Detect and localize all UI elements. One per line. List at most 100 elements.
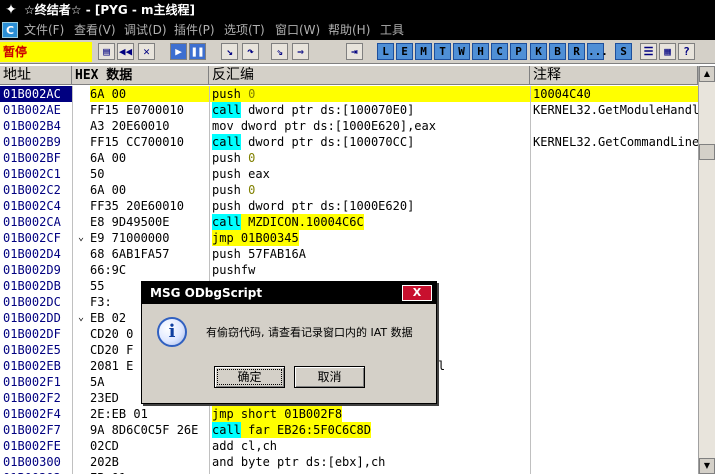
help-icon[interactable]: ? (678, 43, 695, 60)
ok-button[interactable]: 确定 (214, 366, 285, 388)
column-header-address[interactable]: 地址 (0, 66, 72, 85)
row-comment (530, 118, 698, 134)
column-header-hex[interactable]: HEX 数据 (72, 66, 209, 85)
window-button-more[interactable]: ... (587, 43, 608, 60)
row-comment (530, 454, 698, 470)
disasm-row[interactable]: 01B002AE FF15 E0700010 call dword ptr ds:[… (0, 102, 698, 118)
window-button-r[interactable]: R (568, 43, 585, 60)
disasm-row[interactable]: 01B002D4 68 6AB1FA57 push 57FAB16A (0, 246, 698, 262)
window-button-l[interactable]: L (377, 43, 394, 60)
vertical-scrollbar[interactable]: ▲ ▼ (698, 66, 715, 474)
disasm-segment: MZDICON.10004C6C (240, 214, 364, 230)
step-into-icon[interactable]: ↘ (221, 43, 238, 60)
dialog-title: MSG ODbgScript (142, 282, 436, 304)
system-menu-button[interactable]: C (2, 22, 18, 38)
row-disasm: call far EB26:5F0C6C8D (209, 422, 530, 438)
disasm-row[interactable]: 01B002B9 FF15 CC700010 call dword ptr ds:[… (0, 134, 698, 150)
disasm-segment: push eax (212, 167, 270, 181)
disasm-row[interactable]: 01B00300 202B and byte ptr ds:[ebx],ch (0, 454, 698, 470)
title-bar: ✦ ☆终结者☆ - [PYG - m主线程] (0, 0, 715, 20)
execute-till-return-icon[interactable]: ⇥ (346, 43, 363, 60)
row-comment (530, 246, 698, 262)
disasm-row[interactable]: 01B002D9 66:9C pushfw (0, 262, 698, 278)
row-comment (530, 166, 698, 182)
row-address: 01B002D4 (3, 247, 61, 261)
row-address: 01B002C4 (3, 199, 61, 213)
column-header-comment[interactable]: 注释 (530, 66, 698, 85)
run-icon[interactable]: ▶ (170, 43, 187, 60)
close-icon[interactable]: ✕ (138, 43, 155, 60)
row-comment (530, 470, 698, 474)
window-title: ☆终结者☆ - [PYG - m主线程] (24, 3, 195, 17)
trace-over-icon[interactable]: ⇒ (292, 43, 309, 60)
disasm-segment: and byte ptr ds:[ebx],ch (212, 455, 386, 469)
window-button-t[interactable]: T (434, 43, 451, 60)
window-button-k[interactable]: K (530, 43, 547, 60)
jump-arrow-icon (72, 390, 90, 406)
row-comment (530, 230, 698, 246)
scroll-thumb[interactable] (699, 144, 715, 160)
disasm-segment: push 57FAB16A (212, 247, 306, 261)
disasm-segment: call (212, 214, 241, 230)
window-button-c[interactable]: C (491, 43, 508, 60)
row-address: 01B002F1 (3, 375, 61, 389)
window-button-m[interactable]: M (415, 43, 432, 60)
disasm-row[interactable]: 01B002F4 2E:EB 01 jmp short 01B002F8 (0, 406, 698, 422)
row-disasm: push 0 (209, 86, 530, 102)
menu-window[interactable]: 窗口(W) (275, 20, 320, 40)
row-comment: KERNEL32.GetCommandLineA (533, 135, 698, 149)
app-star-icon[interactable]: ✦ (3, 2, 19, 18)
scroll-down-icon[interactable]: ▼ (699, 458, 715, 474)
row-address: 01B002DD (3, 311, 61, 325)
trace-into-icon[interactable]: ⇘ (271, 43, 288, 60)
window-button-s[interactable]: S (615, 43, 632, 60)
pause-icon[interactable]: ❚❚ (189, 43, 206, 60)
menu-plugins[interactable]: 插件(P) (174, 20, 215, 40)
row-address: 01B002CF (3, 231, 61, 245)
disasm-row[interactable]: 01B002AC 6A 00 push 0 10004C40 (0, 86, 698, 102)
row-disasm: and byte ptr ds:[ebx],ch (209, 454, 530, 470)
cancel-button[interactable]: 取消 (294, 366, 365, 388)
list-icon[interactable]: ☰ (640, 43, 657, 60)
disasm-row[interactable]: 01B002C1 50 push eax (0, 166, 698, 182)
menu-debug[interactable]: 调试(D) (124, 20, 167, 40)
menu-file[interactable]: 文件(F) (24, 20, 64, 40)
info-icon: i (157, 317, 187, 347)
menu-help[interactable]: 帮助(H) (328, 20, 370, 40)
debug-status: 暂停 (0, 42, 92, 62)
row-comment (530, 358, 698, 374)
disasm-row[interactable]: 01B002C2 6A 00 push 0 (0, 182, 698, 198)
window-button-p[interactable]: P (510, 43, 527, 60)
open-icon[interactable]: ▤ (98, 43, 115, 60)
menu-view[interactable]: 查看(V) (74, 20, 116, 40)
scroll-up-icon[interactable]: ▲ (699, 66, 715, 82)
disasm-row[interactable]: 01B002C4 FF35 20E60010 push dword ptr ds:[… (0, 198, 698, 214)
window-button-b[interactable]: B (549, 43, 566, 60)
menu-options[interactable]: 选项(T) (224, 20, 265, 40)
row-comment (530, 294, 698, 310)
disasm-row[interactable]: 01B002CF ⌄ E9 71000000 jmp 01B00345 (0, 230, 698, 246)
row-hex: 02CD (90, 439, 119, 453)
window-button-e[interactable]: E (396, 43, 413, 60)
row-comment (530, 326, 698, 342)
disasm-row[interactable]: 01B002FE 02CD add cl,ch (0, 438, 698, 454)
row-hex: 68 6AB1FA57 (90, 247, 170, 261)
disassembly-pane[interactable]: 01B002AC 6A 00 push 0 10004C40 01B002AE FF15 … (0, 86, 698, 474)
grid-icon[interactable]: ▦ (659, 43, 676, 60)
rewind-icon[interactable]: ◀◀ (117, 43, 134, 60)
dialog-close-button[interactable]: X (402, 285, 432, 301)
window-button-h[interactable]: H (472, 43, 489, 60)
row-hex: E8 9D49500E (90, 215, 170, 229)
jump-arrow-icon (72, 422, 90, 438)
step-over-icon[interactable]: ↷ (242, 43, 259, 60)
disasm-row[interactable]: 01B00302 EB 01 (0, 470, 698, 474)
row-disasm: push 0 (209, 150, 530, 166)
column-header-disasm[interactable]: 反汇编 (209, 66, 530, 85)
menu-tools[interactable]: 工具 (380, 20, 404, 40)
window-button-w[interactable]: W (453, 43, 470, 60)
disasm-row[interactable]: 01B002CA E8 9D49500E call MZDICON.10004C6C (0, 214, 698, 230)
disasm-row[interactable]: 01B002BF 6A 00 push 0 (0, 150, 698, 166)
disasm-row[interactable]: 01B002F7 9A 8D6C0C5F 26E call far EB26:5F0… (0, 422, 698, 438)
disasm-segment: call (212, 422, 241, 438)
disasm-row[interactable]: 01B002B4 A3 20E60010 mov dword ptr ds:[100… (0, 118, 698, 134)
